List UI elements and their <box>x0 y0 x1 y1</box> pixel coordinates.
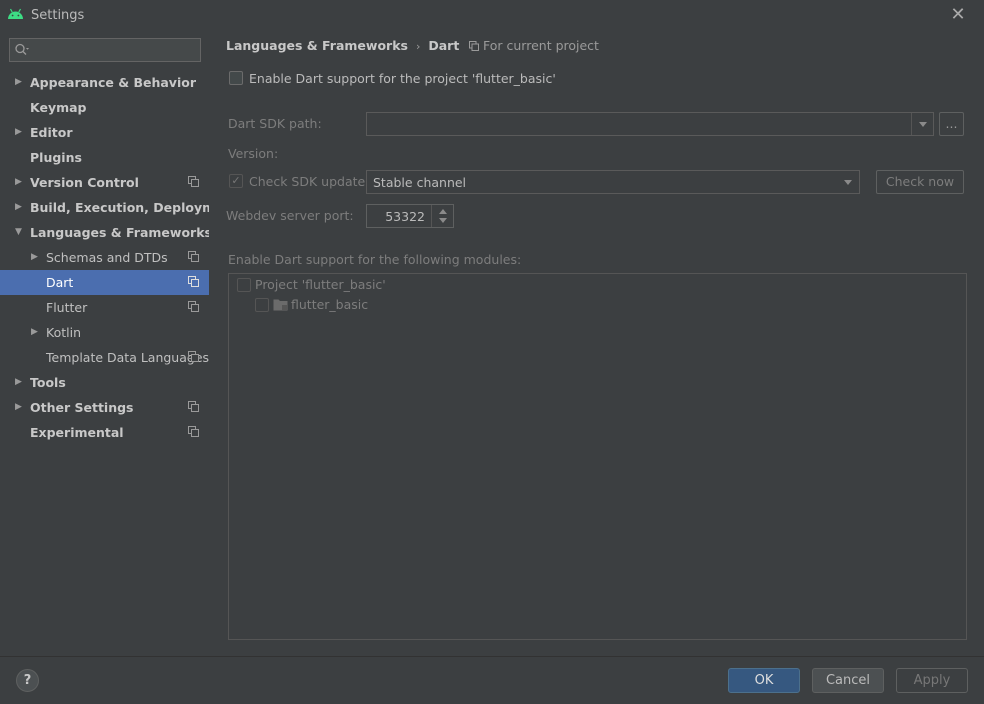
search-icon <box>15 43 29 55</box>
sidebar-item-label: Version Control <box>30 175 139 190</box>
enable-dart-label[interactable]: Enable Dart support for the project 'flu… <box>249 71 556 86</box>
sidebar-item-schemas-and-dtds[interactable]: ▶ Schemas and DTDs <box>0 245 209 270</box>
project-scope-icon <box>188 301 199 312</box>
dialog-footer: ? OK Cancel Apply <box>0 656 984 704</box>
modules-label: Enable Dart support for the following mo… <box>228 252 522 267</box>
breadcrumb-current: Dart <box>428 38 460 53</box>
check-now-button[interactable]: Check now <box>876 170 964 194</box>
sidebar-item-label: Editor <box>30 125 73 140</box>
chevron-down-icon[interactable] <box>837 171 859 193</box>
settings-sidebar: ▶ Appearance & Behavior Keymap ▶ Editor Plugi… <box>0 30 238 656</box>
sidebar-item-build-execution-deployment[interactable]: ▶ Build, Execution, Deployment <box>0 195 238 220</box>
sidebar-item-label: Template Data Languages <box>46 350 210 365</box>
sidebar-item-experimental[interactable]: Experimental <box>0 420 209 445</box>
sidebar-item-flutter[interactable]: Flutter <box>0 295 209 320</box>
cancel-button[interactable]: Cancel <box>812 668 884 693</box>
apply-button[interactable]: Apply <box>896 668 968 693</box>
chevron-right-icon[interactable]: ▶ <box>31 245 41 270</box>
sidebar-item-label: Schemas and DTDs <box>46 250 168 265</box>
chevron-right-icon[interactable]: ▶ <box>15 370 25 395</box>
sidebar-item-dart[interactable]: Dart <box>0 270 209 295</box>
webdev-port-value: 53322 <box>385 209 425 224</box>
project-scope-icon <box>188 351 199 362</box>
chevron-right-icon[interactable]: ▶ <box>15 70 25 95</box>
project-scope-icon <box>188 426 199 437</box>
project-scope-icon <box>188 251 199 262</box>
sidebar-item-label: Tools <box>30 375 66 390</box>
help-icon[interactable]: ? <box>16 669 39 692</box>
sidebar-item-label: Dart <box>46 275 74 290</box>
sidebar-item-keymap[interactable]: Keymap <box>0 95 209 120</box>
chevron-right-icon[interactable]: ▶ <box>15 120 25 145</box>
settings-tree: ▶ Appearance & Behavior Keymap ▶ Editor Plugi… <box>0 70 238 445</box>
spinner-arrows[interactable] <box>431 205 453 227</box>
sidebar-item-version-control[interactable]: ▶ Version Control <box>0 170 209 195</box>
chevron-right-icon[interactable]: ▶ <box>31 320 41 345</box>
module-folder-icon <box>273 299 288 311</box>
sidebar-item-languages-frameworks[interactable]: ▼ Languages & Frameworks <box>0 220 212 245</box>
browse-button[interactable]: ... <box>939 112 964 136</box>
sidebar-item-label: Appearance & Behavior <box>30 75 196 90</box>
chevron-down-icon[interactable] <box>911 113 933 135</box>
project-scope-icon <box>188 401 199 412</box>
arrow-up-icon[interactable] <box>439 209 447 214</box>
sidebar-item-label: Kotlin <box>46 325 81 340</box>
project-scope-icon <box>188 276 199 287</box>
modules-tree: Project 'flutter_basic' flutter_basic <box>228 273 967 640</box>
arrow-down-icon[interactable] <box>439 218 447 223</box>
chevron-right-icon[interactable]: ▶ <box>15 395 25 420</box>
scope-note-label: For current project <box>483 38 599 53</box>
search-input[interactable] <box>9 38 201 62</box>
sidebar-item-plugins[interactable]: Plugins <box>0 145 209 170</box>
project-scope-icon <box>469 41 479 51</box>
sidebar-item-editor[interactable]: ▶ Editor <box>0 120 209 145</box>
chevron-down-icon[interactable]: ▼ <box>15 220 25 245</box>
webdev-port-label: Webdev server port: <box>226 208 354 223</box>
sidebar-item-label: Experimental <box>30 425 124 440</box>
android-studio-icon <box>8 8 23 19</box>
sidebar-item-kotlin[interactable]: ▶ Kotlin <box>0 320 209 345</box>
project-scope-icon <box>188 176 199 187</box>
chevron-right-icon: › <box>415 40 421 53</box>
project-module-checkbox[interactable] <box>237 278 251 292</box>
sdk-path-combo[interactable] <box>366 112 934 136</box>
check-sdk-update-checkbox[interactable]: ✓ <box>229 174 243 188</box>
update-channel-value: Stable channel <box>373 175 467 190</box>
window-title: Settings <box>31 8 85 23</box>
settings-content: Languages & Frameworks › Dart For current … <box>209 30 984 656</box>
sdk-path-label: Dart SDK path: <box>228 116 322 131</box>
sidebar-item-template-data-languages[interactable]: Template Data Languages <box>0 345 209 370</box>
scope-note: For current project <box>469 38 599 53</box>
title-bar: Settings ✕ <box>0 0 984 30</box>
sidebar-item-label: Plugins <box>30 150 82 165</box>
project-module-label: Project 'flutter_basic' <box>255 277 386 292</box>
update-channel-select[interactable]: Stable channel <box>366 170 860 194</box>
sidebar-item-tools[interactable]: ▶ Tools <box>0 370 209 395</box>
flutter-basic-module-label: flutter_basic <box>291 297 369 312</box>
ok-button[interactable]: OK <box>728 668 800 693</box>
chevron-right-icon[interactable]: ▶ <box>15 170 25 195</box>
check-sdk-update-label: Check SDK update: <box>249 174 370 189</box>
enable-dart-checkbox[interactable] <box>229 71 243 85</box>
webdev-port-spinner[interactable]: 53322 <box>366 204 454 228</box>
chevron-right-icon[interactable]: ▶ <box>15 195 25 220</box>
sidebar-item-label: Build, Execution, Deployment <box>30 200 239 215</box>
flutter-basic-module-checkbox[interactable] <box>255 298 269 312</box>
breadcrumb: Languages & Frameworks › Dart For current … <box>226 38 599 56</box>
sidebar-item-label: Flutter <box>46 300 88 315</box>
sidebar-item-appearance-behavior[interactable]: ▶ Appearance & Behavior <box>0 70 209 95</box>
sidebar-item-label: Other Settings <box>30 400 134 415</box>
sidebar-item-other-settings[interactable]: ▶ Other Settings <box>0 395 209 420</box>
sidebar-item-label: Languages & Frameworks <box>30 225 212 240</box>
sidebar-item-label: Keymap <box>30 100 87 115</box>
close-icon[interactable]: ✕ <box>948 5 968 25</box>
breadcrumb-parent[interactable]: Languages & Frameworks <box>226 38 408 53</box>
version-label: Version: <box>228 146 279 161</box>
